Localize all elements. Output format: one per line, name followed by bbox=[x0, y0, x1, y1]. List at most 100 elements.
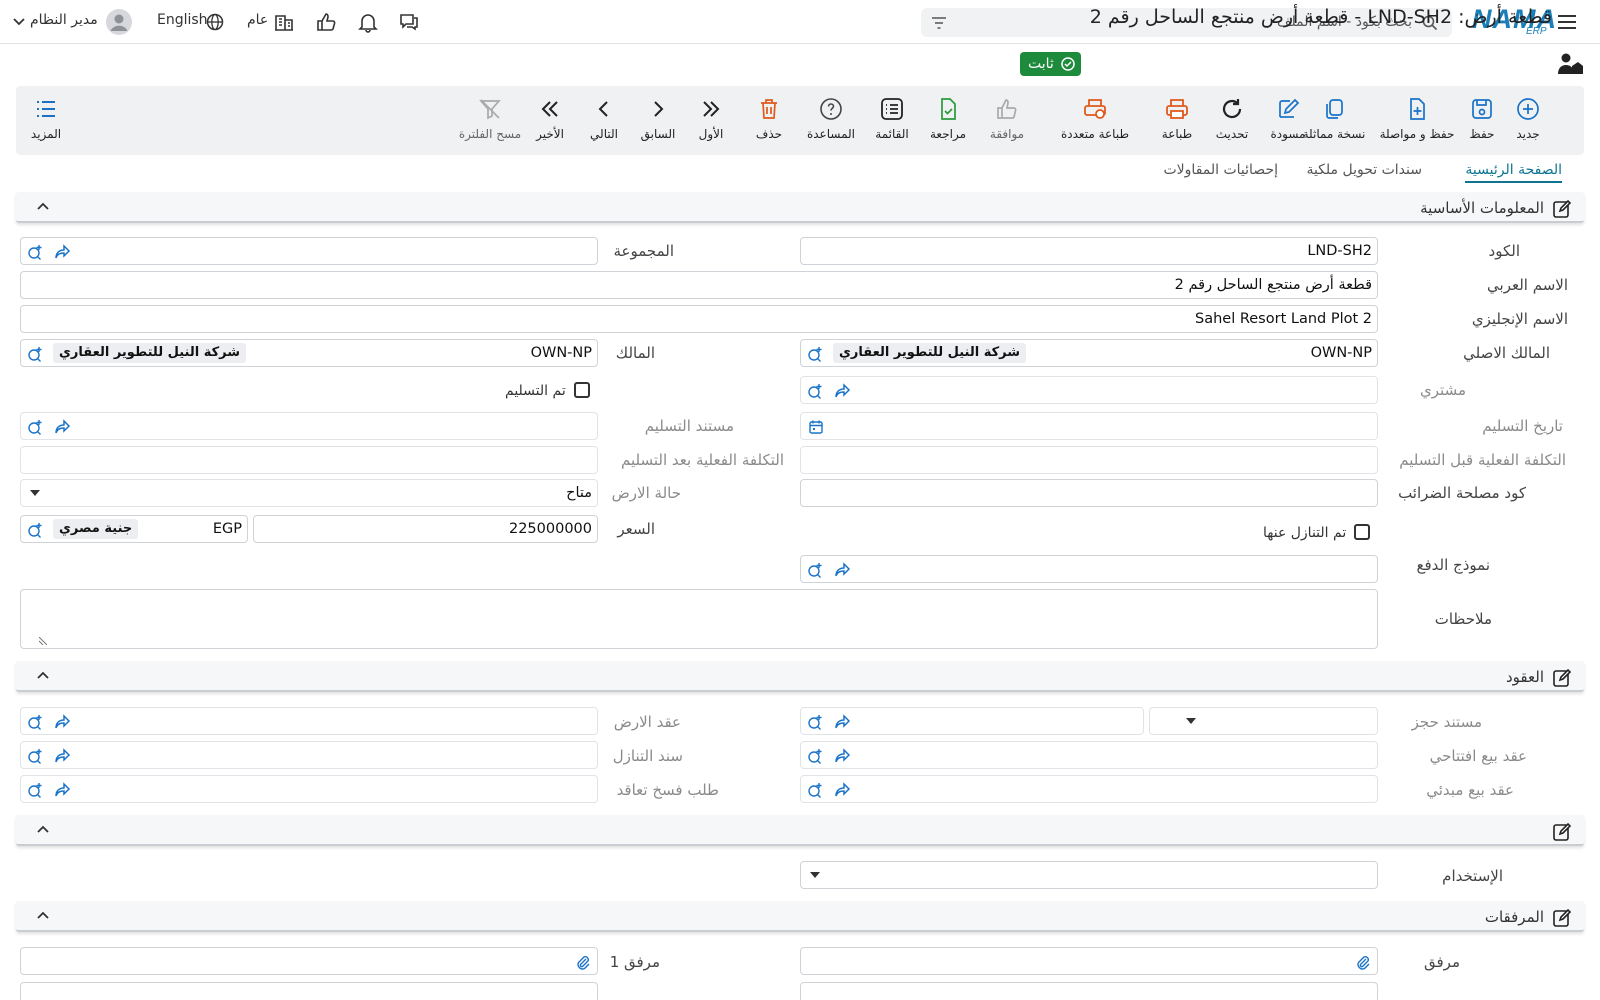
refresh-button[interactable]: تحديث bbox=[1214, 86, 1250, 155]
list-button[interactable]: القائمة bbox=[874, 86, 910, 155]
search-plus-icon[interactable] bbox=[27, 346, 43, 362]
bell-icon[interactable] bbox=[357, 11, 379, 33]
chevron-up-icon[interactable] bbox=[36, 909, 50, 923]
next-button[interactable]: التالي bbox=[588, 86, 620, 155]
search-plus-icon[interactable] bbox=[807, 346, 823, 362]
original-owner-field[interactable]: OWN-NP شركة النيل للتطوير العقاري bbox=[800, 339, 1378, 367]
review-button[interactable]: مراجعة bbox=[930, 86, 966, 155]
share-arrow-icon[interactable] bbox=[834, 714, 851, 730]
draft-button[interactable]: مسودة bbox=[1270, 86, 1306, 155]
land-contract-field[interactable] bbox=[20, 707, 598, 735]
waiver-doc-field[interactable] bbox=[20, 741, 598, 769]
waived-checkbox[interactable] bbox=[1354, 524, 1370, 540]
chevron-up-icon[interactable] bbox=[36, 669, 50, 683]
share-arrow-icon[interactable] bbox=[834, 383, 851, 399]
thumbs-up-icon[interactable] bbox=[315, 11, 337, 33]
attachment2-field[interactable] bbox=[800, 982, 1378, 1000]
search-plus-icon[interactable] bbox=[27, 782, 43, 798]
cost-after-field[interactable] bbox=[20, 446, 598, 474]
search-plus-icon[interactable] bbox=[27, 244, 43, 260]
search-plus-icon[interactable] bbox=[27, 748, 43, 764]
price-field[interactable]: 225000000 bbox=[253, 515, 598, 543]
share-arrow-icon[interactable] bbox=[834, 748, 851, 764]
scope-label[interactable]: عام bbox=[247, 12, 268, 28]
search-plus-icon[interactable] bbox=[807, 383, 823, 399]
payment-model-field[interactable] bbox=[800, 555, 1378, 583]
search-plus-icon[interactable] bbox=[807, 748, 823, 764]
resize-handle-icon[interactable] bbox=[39, 637, 47, 645]
usage-select[interactable] bbox=[800, 861, 1378, 889]
currency-field[interactable]: EGP جنية مصري bbox=[20, 515, 248, 543]
building-icon[interactable] bbox=[273, 11, 295, 33]
opening-sale-field[interactable] bbox=[800, 741, 1378, 769]
search-plus-icon[interactable] bbox=[807, 782, 823, 798]
notes-textarea[interactable] bbox=[20, 589, 1378, 649]
search-plus-icon[interactable] bbox=[27, 714, 43, 730]
language-switch[interactable]: English bbox=[157, 12, 208, 28]
last-button[interactable]: الأخير bbox=[534, 86, 566, 155]
previous-button[interactable]: السابق bbox=[641, 86, 675, 155]
duplicate-button[interactable]: نسخة مماثلة bbox=[1301, 86, 1367, 155]
tab-contracting-stats[interactable]: إحصائيات المقاولات bbox=[1164, 162, 1279, 178]
avatar[interactable] bbox=[106, 9, 132, 35]
first-button[interactable]: الأول bbox=[696, 86, 726, 155]
search-plus-icon[interactable] bbox=[807, 714, 823, 730]
clear-filter-button[interactable]: مسح الفلترة bbox=[459, 86, 521, 155]
chevron-up-icon[interactable] bbox=[36, 200, 50, 214]
reservation-doc-field[interactable] bbox=[800, 707, 1144, 735]
section-contracts[interactable]: العقود bbox=[16, 661, 1584, 692]
new-button[interactable]: جديد bbox=[1512, 86, 1544, 155]
section-basic-info[interactable]: المعلومات الأساسية bbox=[16, 192, 1584, 223]
attachment1-field[interactable] bbox=[20, 947, 598, 975]
paperclip-icon[interactable] bbox=[575, 954, 591, 970]
share-arrow-icon[interactable] bbox=[54, 748, 71, 764]
buyer-field[interactable] bbox=[800, 376, 1378, 404]
delivered-checkbox[interactable] bbox=[574, 382, 590, 398]
preliminary-sale-field[interactable] bbox=[800, 775, 1378, 803]
calendar-icon[interactable] bbox=[808, 419, 824, 435]
owner-field[interactable]: OWN-NP شركة النيل للتطوير العقاري bbox=[20, 339, 598, 367]
share-arrow-icon[interactable] bbox=[54, 782, 71, 798]
search-plus-icon[interactable] bbox=[807, 562, 823, 578]
tab-ownership-transfers[interactable]: سندات تحويل ملكية bbox=[1306, 162, 1422, 178]
chevron-down-icon[interactable] bbox=[12, 15, 26, 29]
menu-icon[interactable] bbox=[1556, 11, 1578, 33]
group-field[interactable] bbox=[20, 237, 598, 265]
search-plus-icon[interactable] bbox=[27, 419, 43, 435]
save-button[interactable]: حفظ bbox=[1466, 86, 1498, 155]
more-button[interactable]: المزيد bbox=[28, 86, 64, 155]
approve-button[interactable]: موافقة bbox=[986, 86, 1028, 155]
chat-icon[interactable] bbox=[398, 11, 420, 33]
share-arrow-icon[interactable] bbox=[834, 782, 851, 798]
land-status-select[interactable]: متاح bbox=[20, 479, 598, 507]
help-button[interactable]: المساعدة bbox=[806, 86, 856, 155]
share-arrow-icon[interactable] bbox=[54, 714, 71, 730]
user-name[interactable]: مدير النظام bbox=[30, 12, 98, 28]
cost-before-field[interactable] bbox=[800, 446, 1378, 474]
paperclip-icon[interactable] bbox=[1355, 954, 1371, 970]
reservation-type-select[interactable] bbox=[1149, 707, 1378, 735]
tab-main[interactable]: الصفحة الرئيسية bbox=[1465, 162, 1562, 183]
multi-print-button[interactable]: طباعة متعددة bbox=[1052, 86, 1138, 155]
code-field[interactable]: LND-SH2 bbox=[800, 237, 1378, 265]
tax-code-field[interactable] bbox=[800, 479, 1378, 507]
termination-request-field[interactable] bbox=[20, 775, 598, 803]
attachment-field[interactable] bbox=[800, 947, 1378, 975]
share-arrow-icon[interactable] bbox=[834, 562, 851, 578]
chevron-up-icon[interactable] bbox=[36, 823, 50, 837]
delete-button[interactable]: حذف bbox=[754, 86, 784, 155]
section-attachments[interactable]: المرفقات bbox=[16, 901, 1584, 932]
search-plus-icon[interactable] bbox=[27, 522, 43, 538]
section-usage[interactable] bbox=[16, 815, 1584, 846]
filter-icon[interactable] bbox=[931, 15, 947, 31]
globe-icon[interactable] bbox=[206, 13, 224, 31]
english-name-field[interactable]: Sahel Resort Land Plot 2 bbox=[20, 305, 1378, 333]
share-arrow-icon[interactable] bbox=[54, 419, 71, 435]
delivery-doc-field[interactable] bbox=[20, 412, 598, 440]
delivery-date-field[interactable] bbox=[800, 412, 1378, 440]
share-arrow-icon[interactable] bbox=[54, 244, 71, 260]
attachment3-field[interactable] bbox=[20, 982, 598, 1000]
print-button[interactable]: طباعة bbox=[1160, 86, 1194, 155]
save-and-continue-button[interactable]: حفظ و مواصلة bbox=[1380, 86, 1454, 155]
arabic-name-field[interactable]: قطعة أرض منتجع الساحل رقم 2 bbox=[20, 271, 1378, 299]
